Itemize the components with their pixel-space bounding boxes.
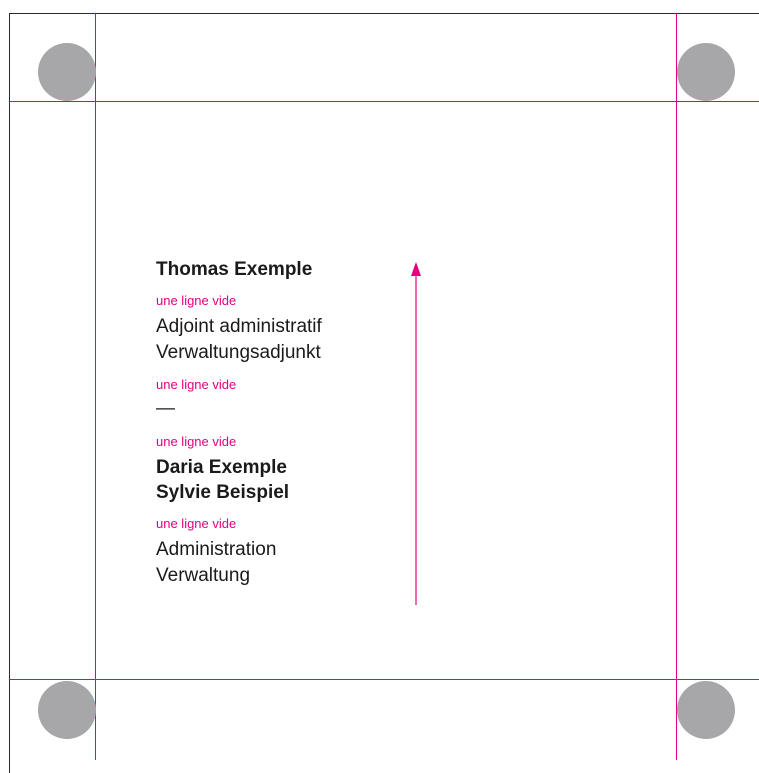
punch-hole-icon <box>38 43 96 101</box>
guide-horizontal-top <box>9 101 759 102</box>
separator-dash: — <box>156 398 175 419</box>
person-name: Daria Exemple <box>156 457 287 478</box>
guide-vertical-left <box>95 13 96 760</box>
signature-block: Thomas Exemple une ligne vide Adjoint ad… <box>156 257 406 589</box>
department-de: Verwaltung <box>156 565 251 586</box>
guide-horizontal-bottom <box>9 679 759 680</box>
arrow-up-icon <box>411 262 421 605</box>
person-name: Thomas Exemple <box>156 259 313 280</box>
empty-line-note: une ligne vide <box>156 377 237 392</box>
empty-line-note: une ligne vide <box>156 434 237 449</box>
department-fr: Administration <box>156 539 277 560</box>
empty-line-note: une ligne vide <box>156 293 237 308</box>
person-name: Sylvie Beispiel <box>156 482 290 503</box>
punch-hole-icon <box>38 681 96 739</box>
punch-hole-icon <box>677 43 735 101</box>
guide-vertical-right <box>676 13 677 760</box>
empty-line-note: une ligne vide <box>156 516 237 531</box>
job-title-fr: Adjoint administratif <box>156 316 322 337</box>
job-title-de: Verwaltungsadjunkt <box>156 342 321 363</box>
punch-hole-icon <box>677 681 735 739</box>
